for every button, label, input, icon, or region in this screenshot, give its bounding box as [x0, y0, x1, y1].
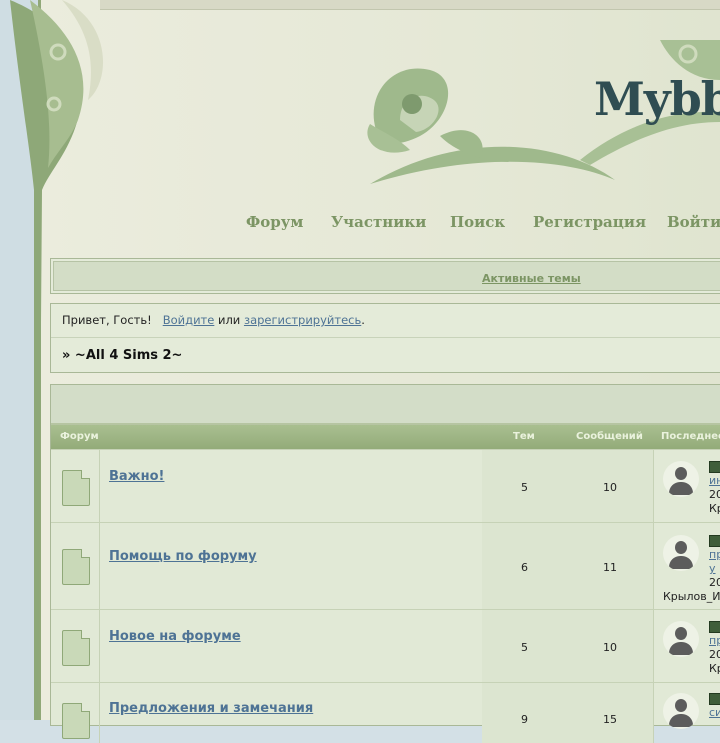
forum-title-link[interactable]: Важно!: [109, 469, 164, 484]
period-text: .: [361, 313, 365, 327]
posts-count-cell: 10: [567, 450, 654, 523]
forum-row: Новое на форуме 5 10 пр 20 Кр: [51, 609, 720, 683]
last-post-date: 20: [709, 648, 720, 661]
last-post-date: 20: [709, 488, 720, 501]
forum-status-cell: [51, 450, 100, 523]
avatar[interactable]: [663, 461, 699, 497]
forum-status-cell: [51, 523, 100, 610]
last-post-link-continued[interactable]: у: [709, 562, 716, 576]
nav-register[interactable]: Регистрация: [533, 213, 646, 231]
welcome-panel: Привет, Гость! Войдите или зарегистрируй…: [50, 303, 720, 373]
last-post-icon[interactable]: [709, 461, 720, 473]
last-post-icon[interactable]: [709, 621, 720, 633]
category-header: [51, 385, 720, 425]
col-last-post: Последнее: [661, 431, 720, 442]
register-link[interactable]: зарегистрируйтесь: [244, 313, 361, 327]
welcome-row: Привет, Гость! Войдите или зарегистрируй…: [62, 313, 365, 327]
forum-title-link[interactable]: Предложения и замечания: [109, 701, 313, 716]
forum-logo[interactable]: Mybb: [594, 72, 720, 126]
forum-row: Предложения и замечания 9 15 си: [51, 682, 720, 743]
forum-status-cell: [51, 683, 100, 743]
col-posts: Сообщений: [576, 431, 643, 442]
avatar[interactable]: [663, 535, 699, 571]
topics-count-cell: 5: [482, 610, 568, 683]
forum-title-cell: Помощь по форуму: [100, 523, 483, 610]
forum-row: Помощь по форуму 6 11 пр у 20 Крылов_И: [51, 522, 720, 610]
forum-title-cell: Предложения и замечания: [100, 683, 483, 743]
last-post-cell: пр у 20 Крылов_И: [653, 523, 720, 610]
forum-row: Важно! 5 10 ин 20 Кр: [51, 449, 720, 523]
last-post-link[interactable]: пр: [709, 634, 720, 648]
breadcrumb[interactable]: » ~All 4 Sims 2~: [62, 348, 182, 363]
top-bar: [100, 0, 720, 10]
posts-count: 11: [603, 561, 617, 574]
login-link[interactable]: Войдите: [163, 313, 215, 327]
nav-members[interactable]: Участники: [331, 213, 426, 231]
last-post-cell: пр 20 Кр: [653, 610, 720, 683]
forum-title-cell: Новое на форуме: [100, 610, 483, 683]
topics-count-cell: 9: [482, 683, 568, 743]
avatar[interactable]: [663, 621, 699, 657]
posts-count-cell: 15: [567, 683, 654, 743]
forum-status-icon: [62, 630, 90, 666]
forum-title-link[interactable]: Помощь по форуму: [109, 549, 257, 564]
last-post-cell: ин 20 Кр: [653, 450, 720, 523]
or-text: или: [217, 313, 241, 327]
last-post-icon[interactable]: [709, 535, 720, 547]
active-topics-link[interactable]: Активные темы: [482, 272, 581, 285]
last-post-cell: си: [653, 683, 720, 743]
main-navigation: Форум Участники Поиск Регистрация Войти: [0, 213, 720, 233]
forum-title-link[interactable]: Новое на форуме: [109, 629, 241, 644]
posts-count: 10: [603, 641, 617, 654]
greeting-text: Привет, Гость!: [62, 313, 152, 327]
posts-count-cell: 11: [567, 523, 654, 610]
last-post-date: 20: [709, 576, 720, 589]
last-post-author: Кр: [709, 502, 720, 515]
last-post-author: Кр: [709, 662, 720, 675]
active-topics-bar: Активные темы: [50, 258, 720, 294]
posts-count: 10: [603, 481, 617, 494]
active-topics-inner: Активные темы: [53, 261, 720, 291]
topics-count-cell: 6: [482, 523, 568, 610]
nav-login[interactable]: Войти: [667, 213, 720, 231]
col-topics: Тем: [513, 431, 535, 442]
last-post-icon[interactable]: [709, 693, 720, 705]
avatar[interactable]: [663, 693, 699, 729]
forum-status-icon: [62, 549, 90, 585]
topics-count: 6: [521, 561, 528, 574]
nav-search[interactable]: Поиск: [450, 213, 505, 231]
welcome-divider: [51, 337, 720, 338]
topics-count: 5: [521, 481, 528, 494]
last-post-link[interactable]: ин: [709, 474, 720, 488]
column-headers: Форум Тем Сообщений Последнее: [51, 425, 720, 449]
forum-status-icon: [62, 703, 90, 739]
forum-board: Форум Тем Сообщений Последнее Важно! 5 1…: [50, 384, 720, 743]
last-post-link[interactable]: пр: [709, 548, 720, 562]
topics-count-cell: 5: [482, 450, 568, 523]
topics-count: 5: [521, 641, 528, 654]
nav-forum[interactable]: Форум: [246, 213, 303, 231]
forum-status-icon: [62, 470, 90, 506]
last-post-author[interactable]: Крылов_И: [663, 590, 720, 604]
last-post-link[interactable]: си: [709, 706, 720, 720]
forum-status-cell: [51, 610, 100, 683]
forum-title-cell: Важно!: [100, 450, 483, 523]
col-forum: Форум: [60, 431, 99, 442]
posts-count-cell: 10: [567, 610, 654, 683]
